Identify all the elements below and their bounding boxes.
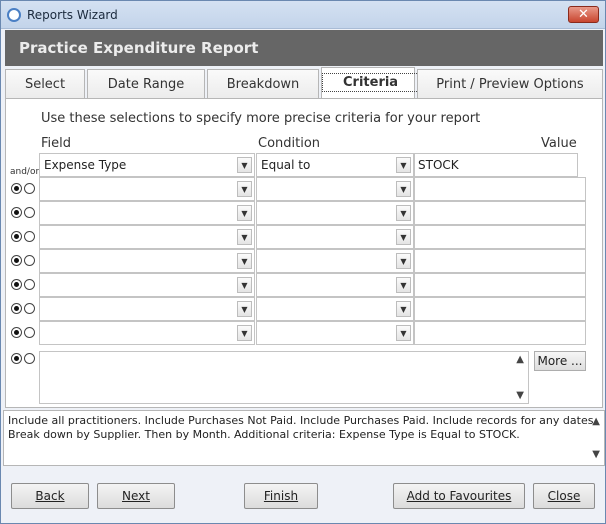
and-radio[interactable] — [11, 183, 22, 194]
field-select[interactable]: ▼ — [39, 297, 255, 321]
criteria-row: ▼ ▼ — [6, 273, 604, 297]
field-select[interactable]: ▼ — [39, 225, 255, 249]
value-column-header: Value — [541, 136, 577, 151]
and-radio[interactable] — [11, 255, 22, 266]
and-radio[interactable] — [11, 279, 22, 290]
criteria-panel: Use these selections to specify more pre… — [5, 98, 603, 408]
criteria-row: ▼ ▼ — [6, 225, 604, 249]
field-select[interactable]: ▼ — [39, 201, 255, 225]
criteria-row: ▼ ▼ — [6, 321, 604, 345]
or-radio[interactable] — [24, 279, 35, 290]
chevron-down-icon[interactable]: ▼ — [237, 325, 252, 341]
field-column-header: Field — [41, 136, 72, 151]
finish-button[interactable]: Finish — [244, 483, 318, 509]
window-title: Reports Wizard — [27, 8, 118, 22]
condition-select[interactable]: ▼ — [256, 201, 414, 225]
chevron-down-icon[interactable]: ▼ — [396, 325, 411, 341]
or-radio[interactable] — [24, 207, 35, 218]
field-select[interactable]: ▼ — [39, 321, 255, 345]
chevron-down-icon[interactable]: ▼ — [237, 301, 252, 317]
title-bar: Reports Wizard ✕ — [1, 1, 605, 29]
condition-select[interactable]: ▼ — [256, 273, 414, 297]
scroll-up-icon[interactable]: ▲ — [516, 354, 524, 365]
and-radio[interactable] — [11, 353, 22, 364]
wizard-footer: Back Next Finish Add to Favourites Close — [3, 467, 605, 523]
criteria-row: ▼ ▼ — [6, 201, 604, 225]
field-select[interactable]: ▼ — [39, 249, 255, 273]
criteria-row: ▼ ▼ — [6, 177, 604, 201]
window-close-button[interactable]: ✕ — [568, 6, 599, 23]
field-select[interactable]: ▼ — [39, 273, 255, 297]
criteria-row: ▼ ▼ — [6, 297, 604, 321]
tab-criteria[interactable]: Criteria — [321, 67, 420, 99]
summary-line: Break down by Supplier. Then by Month. A… — [8, 428, 520, 441]
close-button[interactable]: Close — [533, 483, 595, 509]
reports-wizard-window: Reports Wizard ✕ Practice Expenditure Re… — [0, 0, 606, 524]
wizard-tabs: Select Date Range Breakdown Criteria Pri… — [5, 67, 603, 99]
chevron-down-icon[interactable]: ▼ — [237, 181, 252, 197]
condition-select[interactable]: ▼ — [256, 249, 414, 273]
report-summary: Include all practitioners. Include Purch… — [3, 410, 605, 466]
criteria-intro: Use these selections to specify more pre… — [41, 111, 481, 126]
field-select[interactable]: ▼ — [39, 177, 255, 201]
chevron-down-icon[interactable]: ▼ — [237, 277, 252, 293]
chevron-down-icon[interactable]: ▼ — [396, 277, 411, 293]
criteria-row: Expense Type ▼ Equal to ▼ STOCK — [6, 153, 604, 177]
and-radio[interactable] — [11, 207, 22, 218]
additional-criteria-textbox[interactable]: ▲ ▼ — [39, 351, 529, 404]
scroll-down-icon[interactable]: ▼ — [592, 448, 600, 462]
condition-select[interactable]: ▼ — [256, 225, 414, 249]
condition-select[interactable]: ▼ — [256, 321, 414, 345]
value-field[interactable] — [414, 297, 586, 321]
back-button[interactable]: Back — [11, 483, 89, 509]
chevron-down-icon[interactable]: ▼ — [237, 253, 252, 269]
chevron-down-icon[interactable]: ▼ — [237, 229, 252, 245]
chevron-down-icon[interactable]: ▼ — [396, 157, 411, 173]
value-field[interactable] — [414, 249, 586, 273]
or-radio[interactable] — [24, 353, 35, 364]
chevron-down-icon[interactable]: ▼ — [396, 253, 411, 269]
condition-select[interactable]: ▼ — [256, 177, 414, 201]
or-radio[interactable] — [24, 231, 35, 242]
value-field[interactable] — [414, 225, 586, 249]
tab-print-preview-options[interactable]: Print / Preview Options — [417, 69, 603, 99]
or-radio[interactable] — [24, 327, 35, 338]
condition-column-header: Condition — [258, 136, 321, 151]
criteria-row: ▼ ▼ — [6, 249, 604, 273]
value-field[interactable] — [414, 201, 586, 225]
summary-line: Include all practitioners. Include Purch… — [8, 414, 597, 427]
value-field[interactable] — [414, 177, 586, 201]
chevron-down-icon[interactable]: ▼ — [396, 205, 411, 221]
report-title: Practice Expenditure Report — [5, 30, 603, 66]
tab-breakdown[interactable]: Breakdown — [207, 69, 319, 99]
or-radio[interactable] — [24, 303, 35, 314]
chevron-down-icon[interactable]: ▼ — [396, 229, 411, 245]
and-radio[interactable] — [11, 303, 22, 314]
value-field[interactable]: STOCK — [414, 153, 578, 177]
value-field[interactable] — [414, 273, 586, 297]
more-button[interactable]: More ... — [534, 351, 586, 371]
condition-select[interactable]: Equal to ▼ — [256, 153, 414, 177]
chevron-down-icon[interactable]: ▼ — [396, 301, 411, 317]
add-to-favourites-button[interactable]: Add to Favourites — [393, 483, 525, 509]
tab-select[interactable]: Select — [5, 69, 85, 99]
and-radio[interactable] — [11, 231, 22, 242]
or-radio[interactable] — [24, 255, 35, 266]
tab-date-range[interactable]: Date Range — [87, 69, 205, 99]
app-icon — [7, 8, 21, 22]
next-button[interactable]: Next — [97, 483, 175, 509]
chevron-down-icon[interactable]: ▼ — [237, 157, 252, 173]
chevron-down-icon[interactable]: ▼ — [396, 181, 411, 197]
condition-select[interactable]: ▼ — [256, 297, 414, 321]
scroll-up-icon[interactable]: ▲ — [592, 415, 600, 429]
scroll-down-icon[interactable]: ▼ — [516, 390, 524, 401]
chevron-down-icon[interactable]: ▼ — [237, 205, 252, 221]
field-select[interactable]: Expense Type ▼ — [39, 153, 255, 177]
or-radio[interactable] — [24, 183, 35, 194]
and-radio[interactable] — [11, 327, 22, 338]
value-field[interactable] — [414, 321, 586, 345]
